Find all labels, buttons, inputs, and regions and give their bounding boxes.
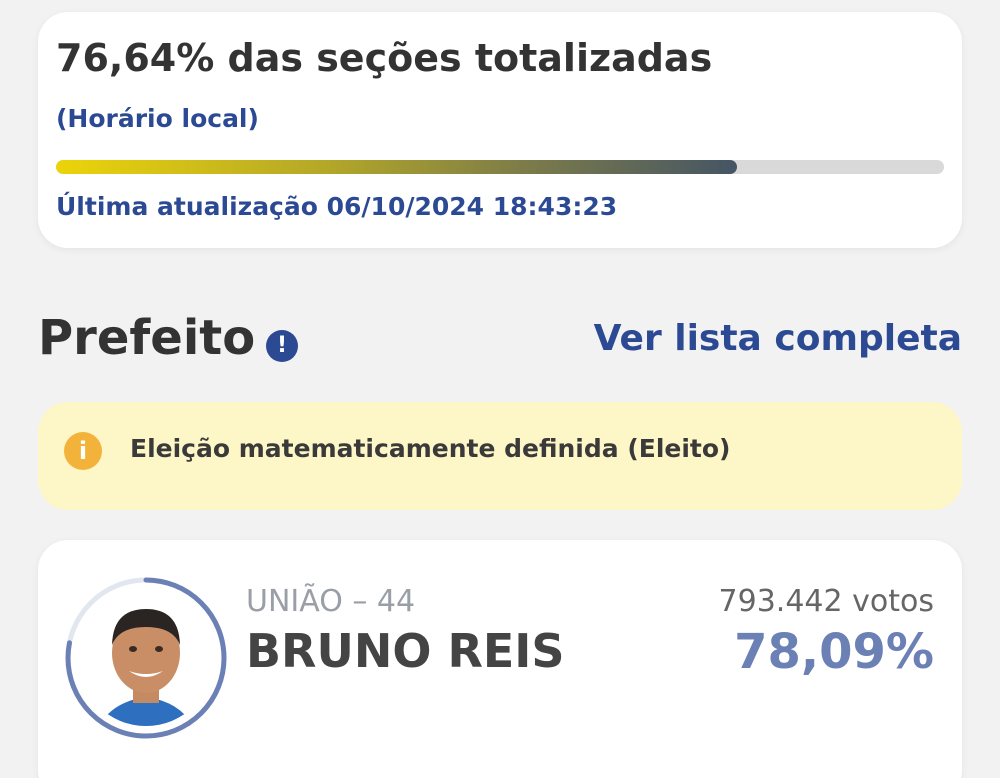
office-title: Prefeito	[38, 310, 256, 366]
totalization-card: 76,64% das seções totalizadas (Horário l…	[38, 12, 962, 248]
info-icon[interactable]: !	[266, 330, 298, 362]
candidate-avatar	[65, 577, 227, 739]
totalization-progress-bar	[56, 160, 944, 174]
election-status-text: Eleição matematicamente definida (Eleito…	[130, 434, 731, 463]
candidate-name: BRUNO REIS	[246, 624, 565, 678]
local-time-label: (Horário local)	[56, 104, 259, 133]
candidate-photo	[78, 590, 214, 726]
last-update-text: Última atualização 06/10/2024 18:43:23	[56, 192, 618, 221]
candidate-votes: 793.442 votos	[718, 584, 934, 619]
candidate-percent: 78,09%	[734, 624, 934, 680]
full-list-link[interactable]: Ver lista completa	[594, 318, 962, 359]
candidate-card[interactable]: UNIÃO – 44 BRUNO REIS 793.442 votos 78,0…	[38, 540, 962, 778]
sections-totalized-title: 76,64% das seções totalizadas	[56, 36, 713, 80]
candidate-party: UNIÃO – 44	[246, 584, 416, 619]
totalization-progress-fill	[56, 160, 737, 174]
warning-icon: i	[64, 432, 102, 470]
